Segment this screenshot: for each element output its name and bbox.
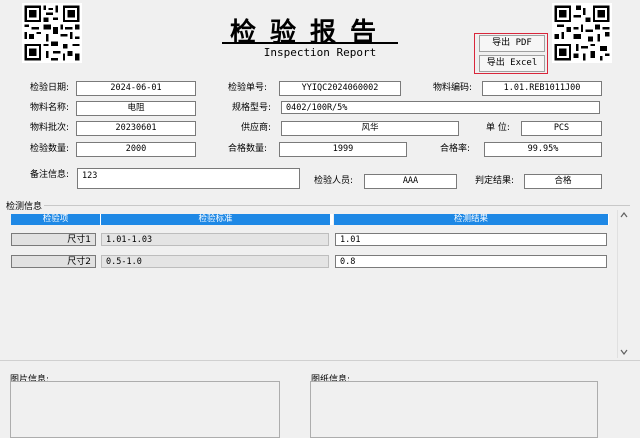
table-row-item: 尺寸2	[11, 255, 96, 268]
column-header-standard[interactable]: 检验标准	[101, 214, 331, 225]
drawings-panel[interactable]	[310, 381, 598, 438]
unit-label: 单 位:	[486, 123, 510, 133]
scroll-down-arrow-icon[interactable]	[619, 348, 629, 356]
table-row-result-field[interactable]: 1.01	[335, 233, 607, 246]
column-header-item[interactable]: 检验项	[11, 214, 101, 225]
page-subtitle: Inspection Report	[263, 46, 377, 59]
table-row-item: 尺寸1	[11, 233, 96, 246]
pass-qty-field[interactable]: 1999	[279, 142, 407, 157]
material-batch-label: 物料批次:	[30, 123, 70, 133]
column-header-gap	[331, 214, 333, 225]
export-excel-button[interactable]: 导出 Excel	[479, 55, 545, 72]
inspect-qty-label: 检验数量:	[30, 144, 70, 154]
detection-divider	[44, 205, 630, 206]
images-panel[interactable]	[10, 381, 280, 438]
table-row-result-field[interactable]: 0.8	[335, 255, 607, 268]
remarks-field[interactable]: 123	[77, 168, 300, 189]
spec-model-label: 规格型号:	[232, 103, 272, 113]
inspect-no-label: 检验单号:	[228, 83, 268, 93]
material-code-label: 物料编码:	[433, 83, 473, 93]
qr-code-right-icon	[552, 3, 612, 63]
verdict-label: 判定结果:	[475, 176, 515, 186]
supplier-label: 供应商:	[241, 123, 272, 133]
inspector-field[interactable]: AAA	[364, 174, 457, 189]
detection-scrollbar[interactable]	[617, 210, 630, 358]
spec-model-field[interactable]: 0402/100R/5%	[281, 101, 600, 114]
pass-qty-label: 合格数量:	[228, 144, 268, 154]
material-code-field[interactable]: 1.01.REB1011J00	[482, 81, 602, 96]
pass-rate-label: 合格率:	[440, 144, 471, 154]
material-batch-field[interactable]: 20230601	[76, 121, 196, 136]
material-name-field[interactable]: 电阻	[76, 101, 196, 116]
material-name-label: 物料名称:	[30, 103, 70, 113]
scroll-up-arrow-icon[interactable]	[619, 211, 629, 219]
inspect-date-label: 检验日期:	[30, 83, 70, 93]
unit-field[interactable]: PCS	[521, 121, 602, 136]
pass-rate-field[interactable]: 99.95%	[484, 142, 602, 157]
export-pdf-button[interactable]: 导出 PDF	[479, 35, 545, 52]
section-separator	[0, 360, 640, 361]
remarks-label: 备注信息:	[30, 170, 70, 180]
supplier-field[interactable]: 风华	[281, 121, 459, 136]
qr-code-left-icon	[22, 3, 82, 63]
verdict-field[interactable]: 合格	[524, 174, 602, 189]
inspector-label: 检验人员:	[314, 176, 354, 186]
inspect-qty-field[interactable]: 2000	[76, 142, 196, 157]
table-row-standard: 0.5-1.0	[101, 255, 329, 268]
column-header-result[interactable]: 检测结果	[334, 214, 609, 225]
table-row-standard: 1.01-1.03	[101, 233, 329, 246]
title-underline	[222, 42, 398, 44]
inspect-date-field[interactable]: 2024-06-01	[76, 81, 196, 96]
inspect-no-field[interactable]: YYIQC2024060002	[279, 81, 401, 96]
